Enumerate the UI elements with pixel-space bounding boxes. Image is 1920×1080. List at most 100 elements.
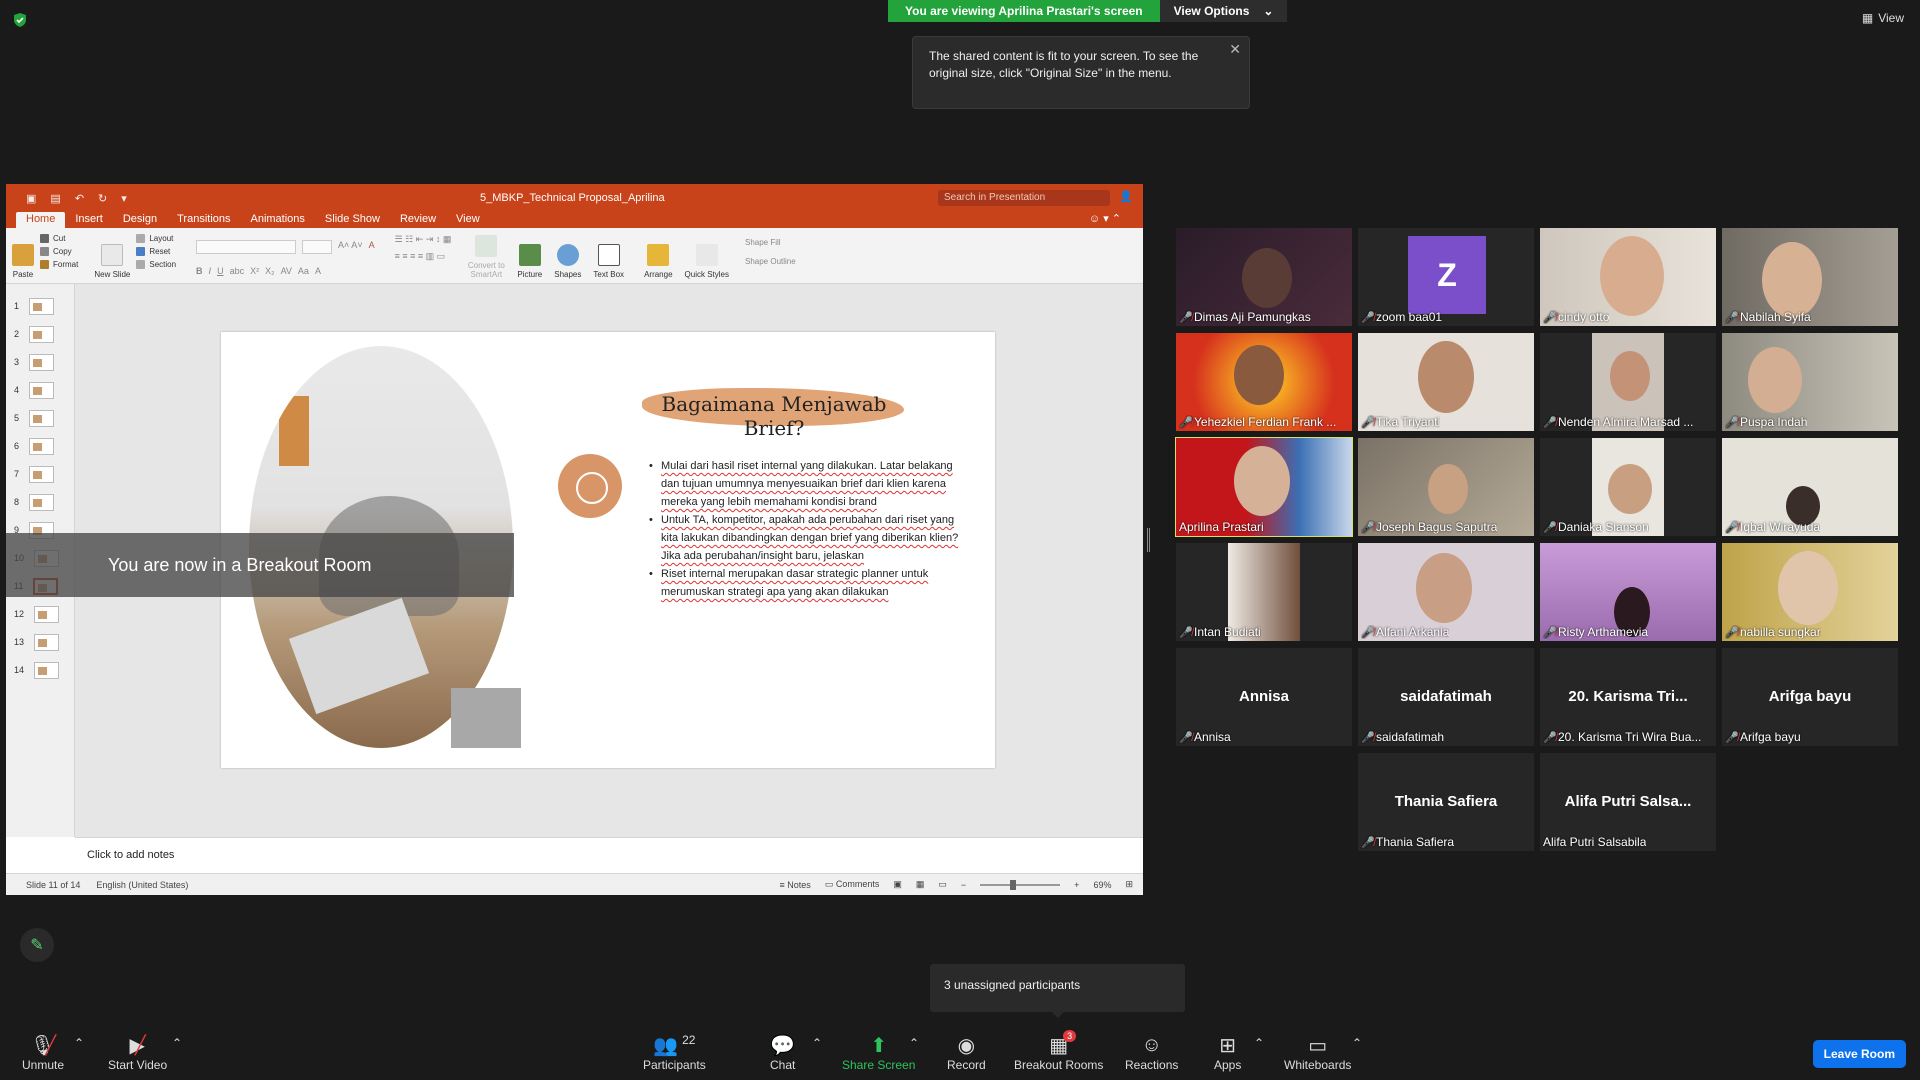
tab-slide-show[interactable]: Slide Show bbox=[315, 212, 390, 228]
close-icon[interactable]: ✕ bbox=[1229, 41, 1241, 58]
participant-tile[interactable]: Annisa 🎤̸ Annisa bbox=[1176, 648, 1352, 746]
tab-view[interactable]: View bbox=[446, 212, 490, 228]
participant-tile[interactable]: 🎤̸ Nabilah Syifa bbox=[1722, 228, 1898, 326]
annotate-pencil-icon[interactable]: ✎ bbox=[20, 928, 54, 962]
thumbnail[interactable]: 1 bbox=[6, 292, 74, 320]
sorter-view-icon[interactable]: ▦ bbox=[916, 879, 925, 890]
participant-tile[interactable]: 🎤̸ Joseph Bagus Saputra bbox=[1358, 438, 1534, 536]
thumbnail[interactable]: 3 bbox=[6, 348, 74, 376]
redo-icon[interactable]: ↻ bbox=[98, 192, 107, 205]
tab-animations[interactable]: Animations bbox=[241, 212, 315, 228]
search-presentation-input[interactable]: Search in Presentation bbox=[938, 190, 1110, 206]
chat-button[interactable]: 💬 Chat bbox=[770, 1032, 795, 1073]
thumbnail[interactable]: 8 bbox=[6, 488, 74, 516]
thumbnail[interactable]: 13 bbox=[6, 628, 74, 656]
participant-tile[interactable]: 🎤̸ Intan Budiati bbox=[1176, 543, 1352, 641]
sidebar-toggle-icon[interactable]: ▣ bbox=[26, 192, 36, 205]
record-button[interactable]: ◉ Record bbox=[947, 1032, 986, 1073]
participant-tile[interactable]: 🎤̸ cindy otto bbox=[1540, 228, 1716, 326]
font-name-box[interactable] bbox=[196, 240, 297, 254]
fit-slide-icon[interactable]: ⊞ bbox=[1125, 879, 1133, 890]
participant-tile[interactable]: saidafatimah 🎤̸ saidafatimah bbox=[1358, 648, 1534, 746]
tab-transitions[interactable]: Transitions bbox=[167, 212, 240, 228]
chat-options-chevron-icon[interactable]: ⌃ bbox=[812, 1036, 822, 1050]
copy-button[interactable]: Copy bbox=[40, 247, 78, 256]
participant-tile-active-speaker[interactable]: Aprilina Prastari bbox=[1175, 437, 1353, 537]
participant-tile[interactable]: 🎤̸ nabilla sungkar bbox=[1722, 543, 1898, 641]
thumbnail[interactable]: 7 bbox=[6, 460, 74, 488]
whiteboards-button[interactable]: ▭ Whiteboards bbox=[1284, 1032, 1351, 1073]
share-screen-button[interactable]: ⬆ Share Screen bbox=[842, 1032, 915, 1073]
thumbnail[interactable]: 6 bbox=[6, 432, 74, 460]
participant-tile[interactable]: 20. Karisma Tri... 🎤̸ 20. Karisma Tri Wira… bbox=[1540, 648, 1716, 746]
shape-outline-button[interactable]: Shape Outline bbox=[745, 257, 796, 266]
reading-view-icon[interactable]: ▭ bbox=[938, 879, 947, 890]
leave-room-button[interactable]: Leave Room bbox=[1812, 1040, 1906, 1068]
notes-pane[interactable]: Click to add notes bbox=[75, 837, 1143, 873]
font-style-buttons[interactable]: B I Uabc X² X₂ AV Aa A bbox=[196, 260, 375, 276]
apps-options-chevron-icon[interactable]: ⌃ bbox=[1254, 1036, 1264, 1050]
layout-button[interactable]: Layout bbox=[136, 234, 176, 243]
convert-smartart-button[interactable]: Convert to SmartArt bbox=[461, 228, 511, 283]
reactions-button[interactable]: ☺ Reactions bbox=[1125, 1032, 1178, 1073]
thumbnail[interactable]: 2 bbox=[6, 320, 74, 348]
participant-tile[interactable]: Alifa Putri Salsa... Alifa Putri Salsabil… bbox=[1540, 753, 1716, 851]
add-user-icon[interactable]: 👤 bbox=[1119, 190, 1133, 203]
customize-icon[interactable]: ▾ bbox=[121, 192, 127, 205]
participant-tile[interactable]: Arifga bayu 🎤̸ Arifga bayu bbox=[1722, 648, 1898, 746]
video-options-chevron-icon[interactable]: ⌃ bbox=[172, 1036, 182, 1050]
share-options-chevron-icon[interactable]: ⌃ bbox=[909, 1036, 919, 1050]
paragraph-list-buttons[interactable]: ☰ ☷ ⇤ ⇥ ↕ ▦ bbox=[395, 234, 452, 245]
notes-button[interactable]: ≡ Notes bbox=[780, 880, 811, 890]
view-options-button[interactable]: View Options ⌄ bbox=[1159, 0, 1288, 22]
picture-button[interactable]: Picture bbox=[511, 228, 548, 283]
shape-fill-button[interactable]: Shape Fill bbox=[745, 238, 796, 247]
zoom-level[interactable]: 69% bbox=[1093, 880, 1111, 890]
view-button[interactable]: ▦ View bbox=[1862, 11, 1904, 25]
participant-tile[interactable]: 🎤̸ Daniaka Sianson bbox=[1540, 438, 1716, 536]
tab-home[interactable]: Home bbox=[16, 212, 66, 228]
participant-tile[interactable]: Thania Safiera 🎤̸ Thania Safiera bbox=[1358, 753, 1534, 851]
normal-view-icon[interactable]: ▣ bbox=[893, 879, 902, 890]
thumbnail[interactable]: 4 bbox=[6, 376, 74, 404]
tab-insert[interactable]: Insert bbox=[65, 212, 113, 228]
security-shield-icon[interactable] bbox=[12, 12, 28, 28]
comments-button[interactable]: ▭ Comments bbox=[825, 879, 880, 890]
participant-tile[interactable]: Z 🎤̸ zoom baa01 bbox=[1358, 228, 1534, 326]
breakout-rooms-button[interactable]: ▦ 3 Breakout Rooms bbox=[1014, 1030, 1103, 1072]
participants-button[interactable]: 👥 22 Participants bbox=[643, 1032, 706, 1072]
thumbnail[interactable]: 14 bbox=[6, 656, 74, 684]
new-slide-button[interactable]: New Slide bbox=[88, 228, 136, 283]
arrange-button[interactable]: Arrange bbox=[638, 228, 678, 283]
save-icon[interactable]: ▤ bbox=[50, 192, 60, 205]
reset-button[interactable]: Reset bbox=[136, 247, 176, 256]
paste-button[interactable]: Paste bbox=[6, 228, 40, 283]
section-button[interactable]: Section bbox=[136, 260, 176, 269]
zoom-slider[interactable] bbox=[980, 879, 1061, 890]
audio-options-chevron-icon[interactable]: ⌃ bbox=[74, 1036, 84, 1050]
participant-tile[interactable]: 🎤̸ Risty Arthamevia bbox=[1540, 543, 1716, 641]
start-video-button[interactable]: ▶ ╱ Start Video bbox=[108, 1032, 167, 1073]
apps-button[interactable]: ⊞ Apps bbox=[1214, 1032, 1241, 1073]
quick-styles-button[interactable]: Quick Styles bbox=[679, 228, 735, 283]
participant-tile[interactable]: 🎤̸ Iqbal Wirayuda bbox=[1722, 438, 1898, 536]
shapes-button[interactable]: Shapes bbox=[548, 228, 587, 283]
format-painter-button[interactable]: Format bbox=[40, 260, 78, 269]
text-box-button[interactable]: Text Box bbox=[587, 228, 630, 283]
whiteboard-options-chevron-icon[interactable]: ⌃ bbox=[1352, 1036, 1362, 1050]
smiley-icon[interactable]: ☺ ▾ ⌃ bbox=[1079, 212, 1131, 228]
paragraph-align-buttons[interactable]: ≡ ≡ ≡ ≡ ▥ ▭ bbox=[395, 251, 452, 262]
cut-button[interactable]: Cut bbox=[40, 234, 78, 243]
unmute-button[interactable]: 🎙 ╱ Unmute bbox=[22, 1032, 64, 1073]
participant-tile[interactable]: 🎤̸ Puspa Indah bbox=[1722, 333, 1898, 431]
tab-review[interactable]: Review bbox=[390, 212, 446, 228]
participant-tile[interactable]: 🎤̸ Nenden Almira Marsad ... bbox=[1540, 333, 1716, 431]
thumbnail[interactable]: 12 bbox=[6, 600, 74, 628]
participant-tile[interactable]: 🎤̸ Alfani Arkania bbox=[1358, 543, 1534, 641]
split-view-handle[interactable] bbox=[1147, 528, 1150, 552]
undo-icon[interactable]: ↶ bbox=[75, 192, 84, 205]
font-size-box[interactable] bbox=[302, 240, 333, 254]
tab-design[interactable]: Design bbox=[113, 212, 167, 228]
thumbnail[interactable]: 5 bbox=[6, 404, 74, 432]
participant-tile[interactable]: 🎤̸ Yehezkiel Ferdian Frank ... bbox=[1176, 333, 1352, 431]
